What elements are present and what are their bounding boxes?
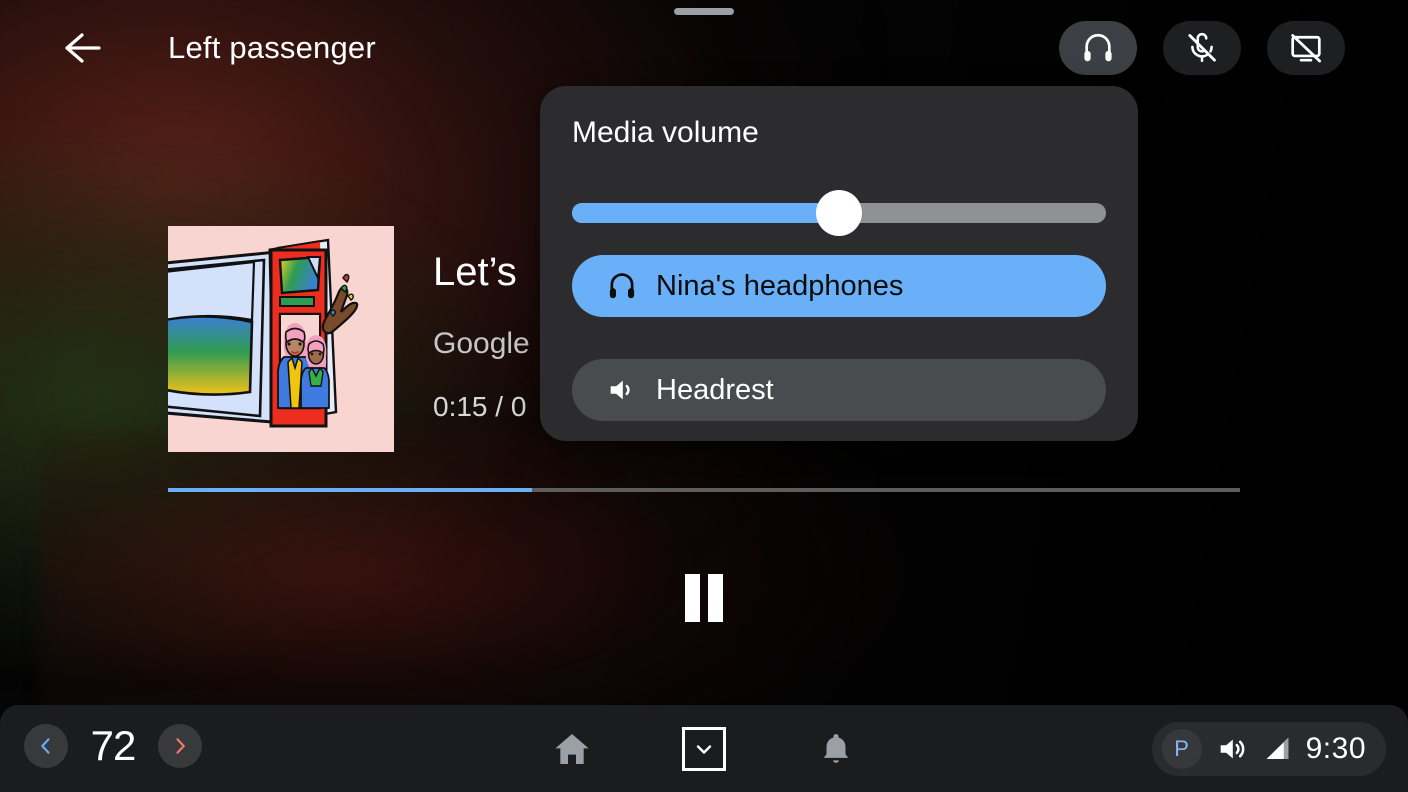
- screen-off-button[interactable]: [1267, 21, 1345, 75]
- media-volume-panel: Media volume Nina's headphones Headrest: [540, 86, 1138, 441]
- car-media-screen: Left passenger Let’s Google 0:15 / 0 Med…: [0, 0, 1408, 792]
- temperature-increase-button[interactable]: [158, 724, 202, 768]
- top-bar: Left passenger: [0, 0, 1408, 96]
- slider-thumb[interactable]: [816, 190, 862, 236]
- pause-bar-left: [685, 574, 700, 622]
- temperature-control: 72: [24, 722, 202, 770]
- home-icon: [552, 729, 592, 769]
- chevron-down-box-icon: [682, 726, 726, 771]
- notifications-button[interactable]: [808, 721, 864, 777]
- speaker-icon: [602, 374, 642, 406]
- temperature-decrease-button[interactable]: [24, 724, 68, 768]
- arrow-left-icon: [63, 32, 101, 64]
- gear-indicator: P: [1161, 729, 1202, 769]
- device-label: Headrest: [656, 373, 774, 406]
- pause-button[interactable]: [668, 566, 740, 630]
- hide-panel-button[interactable]: [676, 721, 732, 777]
- media-volume-slider[interactable]: [572, 182, 1106, 242]
- track-artist: Google: [433, 327, 530, 360]
- device-option-nina-headphones[interactable]: Nina's headphones: [572, 255, 1106, 317]
- signal-icon: [1262, 734, 1292, 764]
- track-time: 0:15 / 0: [433, 391, 527, 422]
- bell-icon: [817, 730, 855, 768]
- clock: 9:30: [1305, 732, 1366, 765]
- microphone-off-button[interactable]: [1163, 21, 1241, 75]
- home-button[interactable]: [544, 721, 600, 777]
- pause-bar-right: [708, 574, 723, 622]
- screen-off-icon: [1289, 31, 1323, 65]
- back-button[interactable]: [58, 26, 106, 70]
- volume-icon[interactable]: [1216, 733, 1248, 765]
- mic-off-icon: [1185, 31, 1219, 65]
- system-bar: 72 P 9:30: [0, 705, 1408, 792]
- headphones-icon: [602, 270, 642, 302]
- track-title: Let’s: [433, 250, 517, 294]
- playback-progress-fill: [168, 488, 533, 492]
- album-art: [168, 226, 394, 452]
- page-title: Left passenger: [168, 30, 376, 65]
- device-option-headrest[interactable]: Headrest: [572, 359, 1106, 421]
- device-label: Nina's headphones: [656, 269, 904, 302]
- playback-progress-bar[interactable]: [168, 488, 1240, 492]
- chevron-left-icon: [36, 736, 56, 756]
- slider-fill: [572, 203, 839, 223]
- headphones-icon: [1081, 31, 1115, 65]
- media-volume-label: Media volume: [572, 116, 759, 149]
- headphones-toggle-button[interactable]: [1059, 21, 1137, 75]
- status-area[interactable]: P 9:30: [1151, 722, 1386, 776]
- temperature-value: 72: [90, 722, 137, 769]
- chevron-right-icon: [170, 736, 190, 756]
